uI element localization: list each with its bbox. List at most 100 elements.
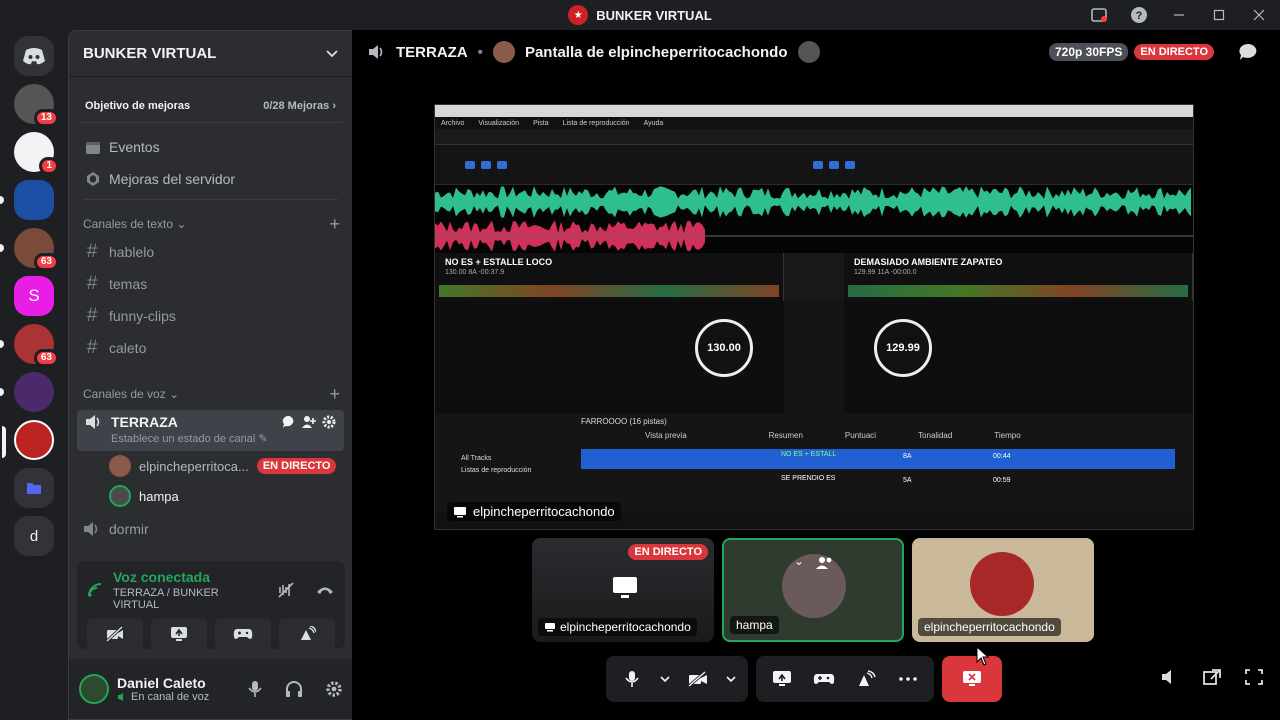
server-icon[interactable] [0, 372, 54, 412]
user-avatar[interactable] [79, 674, 109, 704]
events-item[interactable]: Eventos [69, 131, 352, 163]
dj-toolbar [435, 129, 1193, 145]
folder-icon[interactable] [14, 468, 54, 508]
deck2-jog-wheel: 129.99 [874, 319, 932, 377]
deck2-title: DEMASIADO AMBIENTE ZAPATEO [854, 257, 1003, 267]
soundboard-button[interactable] [279, 619, 335, 649]
category-text-channels[interactable]: Canales de texto ⌄ + [69, 212, 352, 236]
camera-button[interactable] [678, 659, 718, 699]
channel-caleto[interactable]: # caleto [69, 332, 352, 364]
voice-stage: TERRAZA • Pantalla de elpincheperritocac… [352, 30, 1280, 720]
disconnect-icon[interactable] [315, 583, 335, 597]
headphones-icon[interactable] [285, 680, 303, 698]
dj-selected-row: NO ES + ESTALL 8A 00:44 [581, 449, 1175, 469]
viewer-avatar [797, 41, 820, 63]
chevron-down-icon[interactable]: ⌄ [794, 554, 804, 568]
server-icon[interactable]: 63 [0, 228, 59, 271]
voice-channel-status[interactable]: Establece un estado de canal ✎ [111, 432, 336, 445]
server-icon[interactable]: d [14, 516, 54, 556]
deck1-info: 130.00 8A -00:37.9 [445, 269, 505, 276]
dj-menu-item: Archivo [441, 119, 465, 127]
server-icon[interactable]: S [14, 276, 54, 316]
user-status: En canal de voz [117, 691, 239, 703]
chat-bubble-icon[interactable] [282, 415, 296, 429]
camera-options-chevron-icon[interactable] [720, 659, 742, 699]
screen-share-view[interactable]: Archivo Visualización Pista Lista de rep… [434, 104, 1194, 530]
channel-hablelo[interactable]: # hablelo [69, 236, 352, 268]
mic-camera-group [606, 656, 748, 702]
add-channel-icon[interactable]: + [329, 384, 340, 405]
close-icon[interactable] [1248, 4, 1270, 26]
soundboard-button[interactable] [846, 659, 886, 699]
voice-channel-dormir[interactable]: dormir [69, 513, 352, 545]
streamer-avatar [492, 41, 515, 63]
gamepad-icon [813, 674, 835, 684]
soundboard-icon [301, 626, 316, 640]
stage-view-controls [1160, 668, 1264, 686]
add-channel-icon[interactable]: + [329, 214, 340, 235]
hashtag-icon: # [86, 305, 98, 326]
invite-icon[interactable] [302, 415, 316, 429]
divider [83, 199, 338, 200]
user-name[interactable]: Daniel Caleto [117, 675, 239, 691]
screen-share-icon [171, 627, 187, 641]
microphone-icon [625, 671, 639, 687]
minimize-icon[interactable] [1168, 4, 1190, 26]
server-icon-bunker[interactable] [2, 420, 54, 460]
home-button[interactable] [14, 36, 54, 76]
help-icon[interactable]: ? [1128, 4, 1150, 26]
boost-goal[interactable]: Objetivo de mejoras 0/28 Mejoras › [79, 89, 342, 123]
activities-button[interactable] [215, 619, 271, 649]
signal-icon[interactable] [87, 582, 103, 598]
chat-bubble-icon[interactable] [1238, 42, 1260, 62]
guild-name: BUNKER VIRTUAL [83, 45, 217, 62]
inbox-icon[interactable] [1088, 4, 1110, 26]
participant-tile-hampa[interactable]: ⌄ hampa [722, 538, 904, 642]
microphone-icon[interactable] [247, 680, 263, 698]
voice-user-streamer[interactable]: elpincheperritoca... EN DIRECTO [69, 451, 352, 481]
server-icon[interactable] [0, 180, 54, 220]
server-icon[interactable]: 1 [14, 132, 59, 175]
screen-share-button[interactable] [762, 659, 802, 699]
mic-options-chevron-icon[interactable] [654, 659, 676, 699]
server-icon[interactable]: 13 [14, 84, 59, 127]
dj-waveform-top [435, 185, 1193, 219]
speaker-icon [86, 415, 100, 429]
participant-tile-stream[interactable]: EN DIRECTO elpincheperritocachondo [532, 538, 714, 642]
guild-header[interactable]: BUNKER VIRTUAL [69, 31, 352, 77]
channel-temas[interactable]: # temas [69, 268, 352, 300]
pop-out-icon[interactable] [1202, 668, 1222, 686]
maximize-icon[interactable] [1208, 4, 1230, 26]
gear-icon[interactable] [322, 415, 336, 429]
screen-share-button[interactable] [151, 619, 207, 649]
voice-location[interactable]: TERRAZA / BUNKER VIRTUAL [113, 587, 267, 611]
avatar [109, 485, 131, 507]
mute-button[interactable] [612, 659, 652, 699]
channel-label: caleto [109, 340, 147, 356]
voice-status: Voz conectada [113, 569, 210, 585]
stop-stream-button[interactable] [942, 656, 1002, 702]
server-badge: 63 [33, 253, 59, 271]
participant-tile-streamer[interactable]: elpincheperritocachondo [912, 538, 1094, 642]
server-icon[interactable]: 63 [0, 324, 59, 367]
more-options-icon[interactable] [888, 659, 928, 699]
dj-track-browser: FARROOOO (16 pistas) Vista previa Resume… [435, 413, 1193, 513]
voice-user-hampa[interactable]: hampa [69, 481, 352, 511]
fullscreen-icon[interactable] [1244, 668, 1264, 686]
calendar-icon [86, 142, 100, 154]
noise-suppression-icon[interactable] [277, 581, 295, 599]
participant-label: hampa [730, 616, 779, 634]
category-voice-channels[interactable]: Canales de voz ⌄ + [69, 382, 352, 406]
volume-icon[interactable] [1160, 668, 1180, 686]
voice-channel-label: dormir [109, 521, 149, 537]
stream-quality-badge: 720p 30FPS [1048, 43, 1129, 61]
user-settings-icon[interactable] [325, 680, 343, 698]
voice-channel-terraza[interactable]: TERRAZA Establece un estado de canal ✎ [77, 410, 344, 451]
server-boosts-item[interactable]: Mejoras del servidor [69, 163, 352, 195]
channel-funny-clips[interactable]: # funny-clips [69, 300, 352, 332]
active-pill [2, 426, 6, 458]
activities-button[interactable] [804, 659, 844, 699]
participant-label: elpincheperritocachondo [538, 618, 697, 636]
category-label: Canales de texto [83, 217, 174, 231]
camera-toggle-button[interactable] [87, 619, 143, 649]
